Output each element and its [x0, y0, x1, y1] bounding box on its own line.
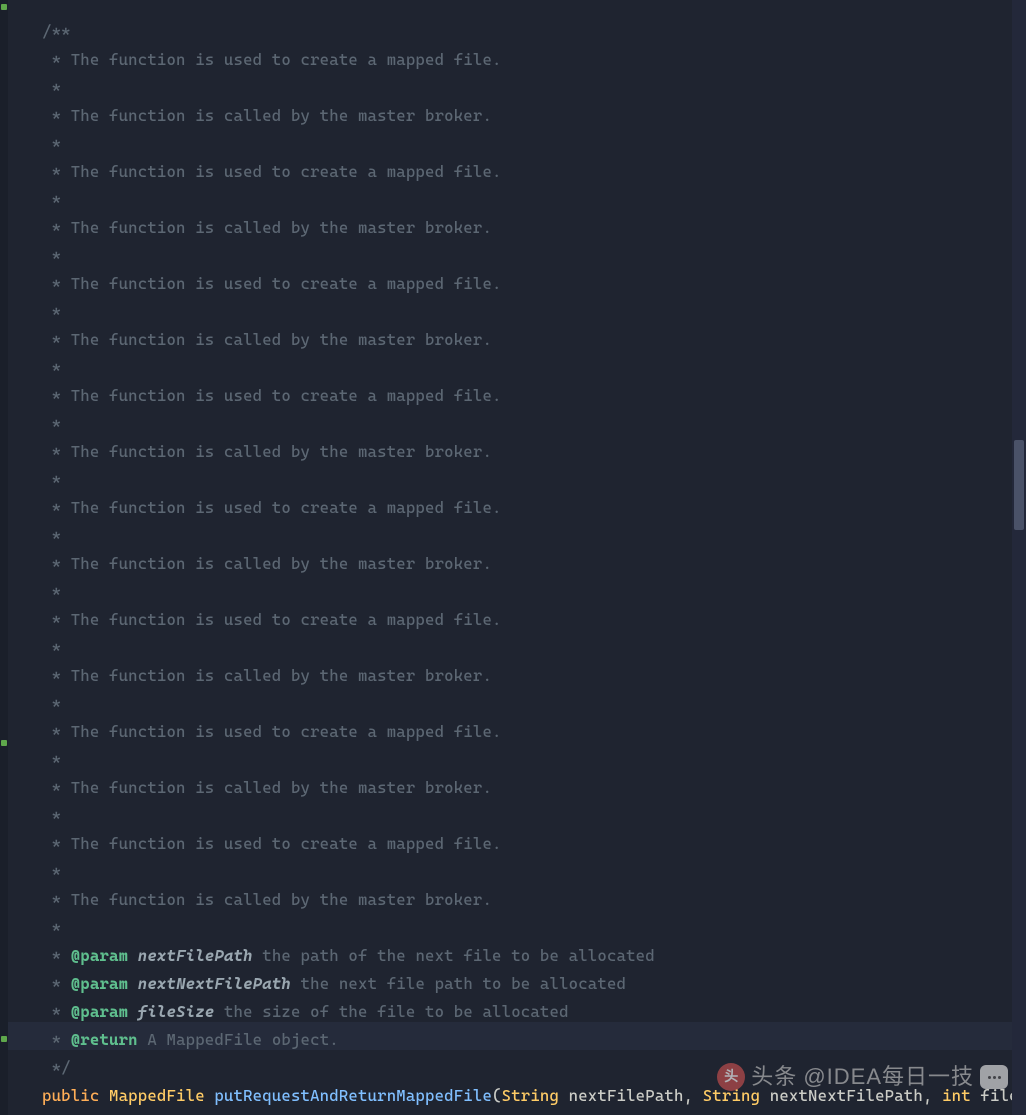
keyword-public: public: [42, 1086, 99, 1105]
watermark-handle: @IDEA每日一技: [803, 1063, 974, 1091]
javadoc-line: *: [42, 470, 61, 489]
javadoc-line: *: [42, 582, 61, 601]
javadoc-param-desc: the size of the file to be allocated: [214, 1002, 568, 1021]
gutter-marker: [1, 1036, 7, 1042]
gutter-marker: [1, 4, 7, 10]
javadoc-line: *: [42, 78, 61, 97]
return-type: MappedFile: [109, 1086, 205, 1105]
javadoc-line: *: [42, 190, 61, 209]
javadoc-line: * The function is used to create a mappe…: [42, 386, 502, 405]
javadoc-line: * The function is called by the master b…: [42, 330, 492, 349]
code-editor-content[interactable]: /** * The function is used to create a m…: [42, 18, 1026, 1110]
editor-gutter: [0, 0, 8, 1115]
javadoc-line: *: [42, 526, 61, 545]
scrollbar-thumb[interactable]: [1014, 440, 1024, 530]
javadoc-line: * The function is used to create a mappe…: [42, 274, 502, 293]
javadoc-line: * The function is used to create a mappe…: [42, 722, 502, 741]
javadoc-star: *: [42, 1002, 71, 1021]
javadoc-line: *: [42, 302, 61, 321]
javadoc-param-tag: @param: [71, 1002, 128, 1021]
javadoc-line: * The function is called by the master b…: [42, 666, 492, 685]
javadoc-line: * The function is called by the master b…: [42, 218, 492, 237]
wechat-icon: [980, 1065, 1008, 1089]
javadoc-line: * The function is called by the master b…: [42, 442, 492, 461]
javadoc-line: *: [42, 750, 61, 769]
javadoc-line: *: [42, 638, 61, 657]
paren-open: (: [492, 1086, 502, 1105]
javadoc-param-name: nextFilePath: [138, 946, 253, 965]
javadoc-star: *: [42, 1030, 71, 1049]
javadoc-param-name: fileSize: [138, 1002, 215, 1021]
javadoc-param-tag: @param: [71, 946, 128, 965]
javadoc-line: *: [42, 246, 61, 265]
javadoc-line: *: [42, 806, 61, 825]
javadoc-line: * The function is used to create a mappe…: [42, 50, 502, 69]
javadoc-param-tag: @param: [71, 974, 128, 993]
javadoc-close: */: [42, 1058, 71, 1077]
param-name: nextFilePath: [559, 1086, 683, 1105]
javadoc-line: *: [42, 862, 61, 881]
method-name: putRequestAndReturnMappedFile: [214, 1086, 492, 1105]
javadoc-line: *: [42, 358, 61, 377]
javadoc-line: *: [42, 694, 61, 713]
toutiao-icon: 头: [717, 1063, 745, 1091]
watermark: 头 头条 @IDEA每日一技: [717, 1063, 1008, 1091]
javadoc-line: * The function is used to create a mappe…: [42, 610, 502, 629]
javadoc-return-desc: A MappedFile object.: [138, 1030, 339, 1049]
javadoc-param-name: nextNextFilePath: [138, 974, 291, 993]
javadoc-line: * The function is used to create a mappe…: [42, 498, 502, 517]
javadoc-line: * The function is used to create a mappe…: [42, 162, 502, 181]
javadoc-line: * The function is used to create a mappe…: [42, 834, 502, 853]
javadoc-star: *: [42, 974, 71, 993]
javadoc-param-desc: the next file path to be allocated: [291, 974, 626, 993]
javadoc-line: *: [42, 414, 61, 433]
javadoc-line: * The function is called by the master b…: [42, 554, 492, 573]
javadoc-param-desc: the path of the next file to be allocate…: [253, 946, 655, 965]
javadoc-return-tag: @return: [71, 1030, 138, 1049]
javadoc-line: * The function is called by the master b…: [42, 778, 492, 797]
javadoc-line: * The function is called by the master b…: [42, 890, 492, 909]
vertical-scrollbar[interactable]: [1012, 0, 1026, 1115]
javadoc-open: /**: [42, 22, 71, 41]
javadoc-line: *: [42, 918, 61, 937]
watermark-prefix: 头条: [751, 1063, 797, 1091]
gutter-marker: [1, 740, 7, 746]
javadoc-line: *: [42, 134, 61, 153]
param-type: String: [502, 1086, 559, 1105]
javadoc-star: *: [42, 946, 71, 965]
javadoc-line: * The function is called by the master b…: [42, 106, 492, 125]
